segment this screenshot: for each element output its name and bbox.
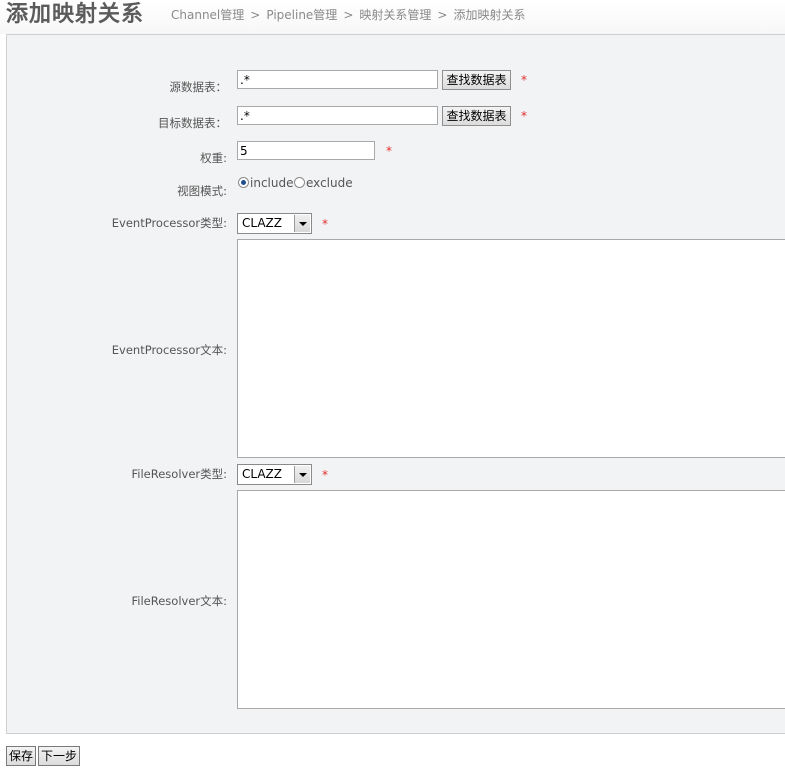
file-resolver-type-select[interactable]: CLAZZ [237, 464, 312, 485]
chevron-down-icon [294, 466, 310, 483]
weight-label: 权重: [200, 151, 227, 165]
breadcrumb-mapping[interactable]: 映射关系管理 [359, 8, 431, 22]
required-mark: * [521, 109, 527, 123]
event-processor-type-label: EventProcessor类型: [111, 216, 227, 230]
save-button[interactable]: 保存 [6, 746, 36, 766]
view-mode-exclude-radio[interactable] [294, 177, 305, 188]
view-mode-include-label: include [250, 176, 294, 190]
breadcrumb-pipeline[interactable]: Pipeline管理 [266, 8, 337, 22]
required-mark: * [322, 468, 328, 482]
target-table-input[interactable] [237, 106, 438, 125]
source-table-label: 源数据表： [169, 80, 228, 94]
breadcrumb-channel[interactable]: Channel管理 [171, 8, 244, 22]
breadcrumb-current: 添加映射关系 [453, 8, 526, 22]
source-table-input[interactable] [237, 70, 438, 89]
file-resolver-type-label: FileResolver类型: [131, 467, 228, 481]
breadcrumb-separator: > [250, 8, 261, 22]
event-processor-text-label: EventProcessor文本: [111, 343, 227, 357]
breadcrumb: Channel管理 > Pipeline管理 > 映射关系管理 > 添加映射关系 [171, 6, 525, 23]
chevron-down-icon [294, 215, 310, 232]
file-resolver-text-label: FileResolver文本: [131, 594, 228, 608]
source-find-table-button[interactable]: 查找数据表 [442, 70, 511, 90]
required-mark: * [521, 73, 527, 87]
event-processor-textarea[interactable] [237, 239, 785, 458]
weight-input[interactable] [237, 141, 375, 160]
page-header: 添加映射关系 Channel管理 > Pipeline管理 > 映射关系管理 > 添加映射关… [0, 0, 785, 34]
view-mode-exclude-label: exclude [306, 176, 353, 190]
select-value: CLAZZ [242, 216, 282, 230]
file-resolver-textarea[interactable] [237, 490, 785, 709]
target-find-table-button[interactable]: 查找数据表 [442, 106, 511, 126]
required-mark: * [386, 144, 392, 158]
target-table-label: 目标数据表： [158, 116, 227, 130]
page-title: 添加映射关系 [6, 2, 145, 27]
select-value: CLAZZ [242, 467, 282, 481]
view-mode-include-radio[interactable] [238, 177, 249, 188]
required-mark: * [322, 217, 328, 231]
event-processor-type-select[interactable]: CLAZZ [237, 213, 312, 234]
view-mode-label: 视图模式: [177, 184, 227, 198]
breadcrumb-separator: > [437, 8, 448, 22]
next-step-button[interactable]: 下一步 [38, 746, 80, 766]
breadcrumb-separator: > [343, 8, 354, 22]
